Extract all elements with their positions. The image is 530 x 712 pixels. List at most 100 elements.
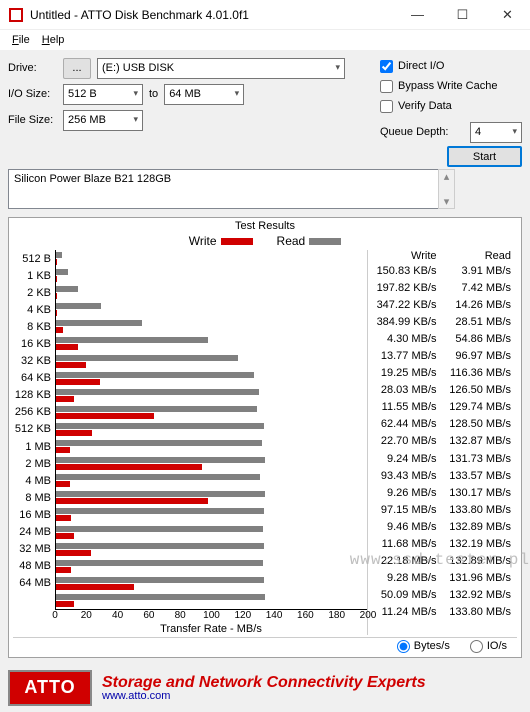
drive-select[interactable]: (E:) USB DISK ▾ [97,58,345,79]
chart-row: 512 B [13,250,367,267]
chart-row: 8 MB [13,489,367,506]
chart-row: 1 MB [13,438,367,455]
table-row: 13.77 MB/s96.97 MB/s [368,347,517,364]
titlebar: Untitled - ATTO Disk Benchmark 4.01.0f1 … [0,0,530,30]
bytes-radio[interactable]: Bytes/s [397,640,450,653]
table-row: 11.24 MB/s133.80 MB/s [368,604,517,621]
read-bar [56,594,265,600]
write-bar [56,481,70,487]
cell-write: 22.18 MB/s [368,555,443,567]
table-row: 97.15 MB/s133.80 MB/s [368,501,517,518]
chevron-down-icon: ▾ [235,88,240,99]
maximize-button[interactable]: ☐ [440,0,485,29]
write-bar [56,584,134,590]
cell-read: 132.89 MB/s [443,521,518,533]
y-label: 2 MB [13,458,55,470]
cell-write: 19.25 MB/s [368,367,443,379]
table-row: 9.28 MB/s131.96 MB/s [368,570,517,587]
cell-read: 131.73 MB/s [443,453,518,465]
read-bar [56,252,62,258]
x-tick: 120 [234,610,251,621]
cell-write: 347.22 KB/s [368,299,443,311]
table-row: 11.55 MB/s129.74 MB/s [368,399,517,416]
x-tick: 60 [143,610,154,621]
verify-data-checkbox[interactable]: Verify Data [380,96,522,116]
cell-read: 126.50 MB/s [443,384,518,396]
read-bar [56,286,78,292]
y-label: 64 KB [13,372,55,384]
cell-read: 132.92 MB/s [443,589,518,601]
write-bar [56,533,74,539]
menu-help[interactable]: Help [38,34,69,46]
legend-read-label: Read [277,234,306,248]
read-bar [56,440,262,446]
read-bar [56,337,208,343]
close-button[interactable]: ✕ [485,0,530,29]
col-write: Write [368,250,443,262]
iosize-label: I/O Size: [8,88,63,100]
minimize-button[interactable]: — [395,0,440,29]
cell-read: 132.19 MB/s [443,538,518,550]
cell-read: 3.91 MB/s [443,265,518,277]
chevron-down-icon: ▾ [133,88,138,99]
table-row: 384.99 KB/s28.51 MB/s [368,313,517,330]
filesize-select[interactable]: 256 MB ▾ [63,110,143,131]
app-icon [8,7,24,23]
read-bar [56,491,265,497]
cell-read: 28.51 MB/s [443,316,518,328]
units-radio-group: Bytes/s IO/s [13,637,517,653]
x-tick: 100 [203,610,220,621]
results-header: Test Results [13,220,517,232]
y-label: 1 KB [13,270,55,282]
table-row: 22.70 MB/s132.87 MB/s [368,433,517,450]
read-bar [56,560,263,566]
write-bar [56,567,71,573]
cell-read: 54.86 MB/s [443,333,518,345]
read-bar [56,423,264,429]
read-bar [56,406,257,412]
y-label: 24 MB [13,526,55,538]
chart-row: 4 KB [13,301,367,318]
table-row: 4.30 MB/s54.86 MB/s [368,330,517,347]
legend: Write Read [13,234,517,248]
scrollbar[interactable]: ▴▾ [438,169,455,209]
cell-write: 62.44 MB/s [368,418,443,430]
y-label: 8 MB [13,492,55,504]
iosize-from-select[interactable]: 512 B ▾ [63,84,143,105]
chevron-down-icon: ▾ [335,62,340,73]
window-title: Untitled - ATTO Disk Benchmark 4.01.0f1 [30,8,395,22]
atto-logo: ATTO [8,670,92,706]
table-row: 22.18 MB/s132.89 MB/s [368,553,517,570]
chart-row: 24 MB [13,524,367,541]
read-bar [56,577,264,583]
chart-row: 64 KB [13,370,367,387]
start-button[interactable]: Start [447,146,522,167]
queue-select[interactable]: 4 ▾ [470,122,522,143]
read-swatch [309,238,341,245]
cell-write: 9.24 MB/s [368,453,443,465]
write-bar [56,310,57,316]
col-read: Read [443,250,518,262]
menu-file[interactable]: File [8,34,34,46]
queue-label: Queue Depth: [380,126,470,138]
legend-write-label: Write [189,234,217,248]
x-tick: 200 [360,610,377,621]
direct-io-checkbox[interactable]: Direct I/O [380,56,522,76]
iosize-to-select[interactable]: 64 MB ▾ [164,84,244,105]
chart-row [13,592,367,609]
cell-write: 9.46 MB/s [368,521,443,533]
results-panel: Test Results Write Read 512 B1 KB2 KB4 K… [8,217,522,658]
cell-read: 133.57 MB/s [443,470,518,482]
write-bar [56,498,208,504]
table-row: 9.26 MB/s130.17 MB/s [368,484,517,501]
write-bar [56,413,154,419]
write-bar [56,293,57,299]
bypass-cache-checkbox[interactable]: Bypass Write Cache [380,76,522,96]
device-textbox[interactable]: Silicon Power Blaze B21 128GB ▴▾ [8,169,438,209]
cell-write: 11.55 MB/s [368,401,443,413]
ios-radio[interactable]: IO/s [470,640,507,653]
read-bar [56,320,142,326]
y-label: 512 KB [13,423,55,435]
drive-browse-button[interactable]: ... [63,58,91,79]
cell-read: 116.36 MB/s [443,367,518,379]
